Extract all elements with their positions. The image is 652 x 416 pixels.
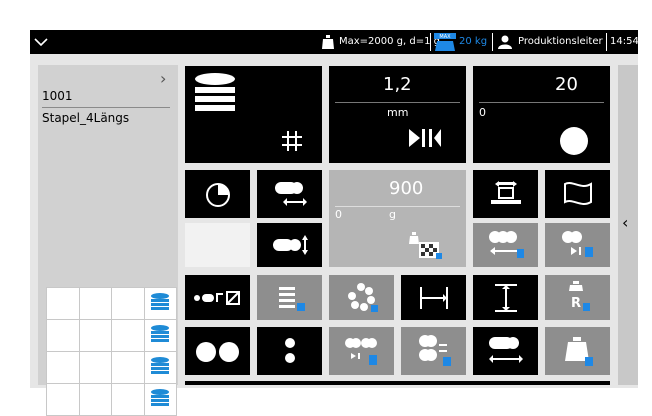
list-lock-icon <box>279 287 305 311</box>
user-name[interactable]: Produktionsleiter <box>518 30 603 54</box>
chevron-left-icon[interactable]: ‹ <box>622 213 628 232</box>
vertical-dots-tile[interactable] <box>257 327 322 375</box>
stack-icon <box>143 351 177 384</box>
side-drawer[interactable]: ‹ <box>618 65 638 385</box>
stack-icon <box>143 287 177 320</box>
pie-chart-tile[interactable] <box>185 170 250 218</box>
tare-weight-icon: R <box>569 281 590 311</box>
weight-capacity: 20 kg <box>459 36 488 47</box>
product-number: 1001 <box>42 89 73 103</box>
stack-roll-tile[interactable] <box>401 327 466 375</box>
more-tiles-edge <box>185 381 610 385</box>
sequence-tile[interactable] <box>185 275 250 320</box>
vertical-measure-icon <box>495 284 517 312</box>
vertical-roll-tile[interactable] <box>257 223 322 267</box>
press-in-icon <box>409 129 441 147</box>
svg-text:MAX: MAX <box>439 34 451 40</box>
roll-transport-tile[interactable] <box>473 223 538 267</box>
vertical-measure-tile[interactable] <box>473 275 538 320</box>
clock-time: 14:54 <box>610 36 639 47</box>
status-bar: Max=2000 g, d=1 g MAX 20 kg Produktionsl… <box>30 30 639 54</box>
circle-icon <box>560 127 588 155</box>
stack-mode-tile[interactable] <box>185 66 322 163</box>
divider <box>42 107 170 108</box>
product-panel[interactable]: › 1001 Stapel_4Längs <box>38 65 178 416</box>
svg-text:R: R <box>571 296 581 311</box>
roll-press-tile[interactable] <box>545 223 610 267</box>
conveyor-tile[interactable] <box>473 170 538 218</box>
pie-chart-icon <box>206 183 230 207</box>
max-load-icon: MAX <box>434 30 456 54</box>
scale-info: Max=2000 g, d=1 g <box>339 36 441 47</box>
double-roll-press-tile[interactable] <box>329 327 394 375</box>
flag-tile[interactable] <box>545 170 610 218</box>
stack-icon <box>195 73 235 111</box>
roll-horizontal-move-icon <box>489 337 523 363</box>
roll-transport-icon <box>489 231 524 258</box>
tare-tile[interactable]: R <box>545 275 610 320</box>
roll-press-icon <box>562 231 593 257</box>
roller-vertical-icon <box>273 235 308 255</box>
thickness-unit: mm <box>387 106 409 119</box>
double-circle-icon <box>196 342 239 362</box>
count-tile[interactable]: 20 0 <box>473 66 610 163</box>
sequence-icon <box>194 291 240 305</box>
rotation-icon <box>348 283 378 312</box>
weight-min: 0 <box>335 208 342 221</box>
weight-lock-icon <box>565 337 593 366</box>
horizontal-measure-icon <box>420 287 448 309</box>
weight-tile[interactable]: 900 0 g <box>329 170 466 267</box>
chevron-down-icon[interactable] <box>32 33 50 51</box>
user-icon <box>498 30 512 54</box>
vertical-dots-icon <box>285 338 295 363</box>
flower-tile[interactable] <box>329 275 394 320</box>
empty-slot <box>185 223 250 267</box>
stack-icon <box>143 319 177 352</box>
chevron-right-icon[interactable]: › <box>160 69 166 88</box>
flag-icon <box>564 182 592 205</box>
roller-horizontal-icon <box>275 182 307 206</box>
horizontal-measure-tile[interactable] <box>401 275 466 320</box>
product-name: Stapel_4Längs <box>42 111 130 125</box>
app-frame: Max=2000 g, d=1 g MAX 20 kg Produktionsl… <box>30 30 640 416</box>
double-circle-tile[interactable] <box>185 327 250 375</box>
stack-layout-grid <box>46 287 177 416</box>
weight-value: 900 <box>389 178 424 199</box>
weight-unit: g <box>389 208 396 221</box>
weight-check-icon <box>409 232 442 259</box>
weight-lock-tile[interactable] <box>545 327 610 375</box>
stack-roll-icon <box>419 335 451 366</box>
list-tile[interactable] <box>257 275 322 320</box>
roll-horizontal-move-tile[interactable] <box>473 327 538 375</box>
thickness-tile[interactable]: 1,2 mm <box>329 66 466 163</box>
scale-icon <box>322 30 334 54</box>
count-value: 20 <box>555 74 578 95</box>
horizontal-roll-tile[interactable] <box>257 170 322 218</box>
double-roll-press-icon <box>345 338 377 365</box>
conveyor-icon <box>491 181 521 204</box>
thickness-value: 1,2 <box>383 74 412 95</box>
grid-icon <box>282 131 302 151</box>
count-min: 0 <box>479 106 486 119</box>
